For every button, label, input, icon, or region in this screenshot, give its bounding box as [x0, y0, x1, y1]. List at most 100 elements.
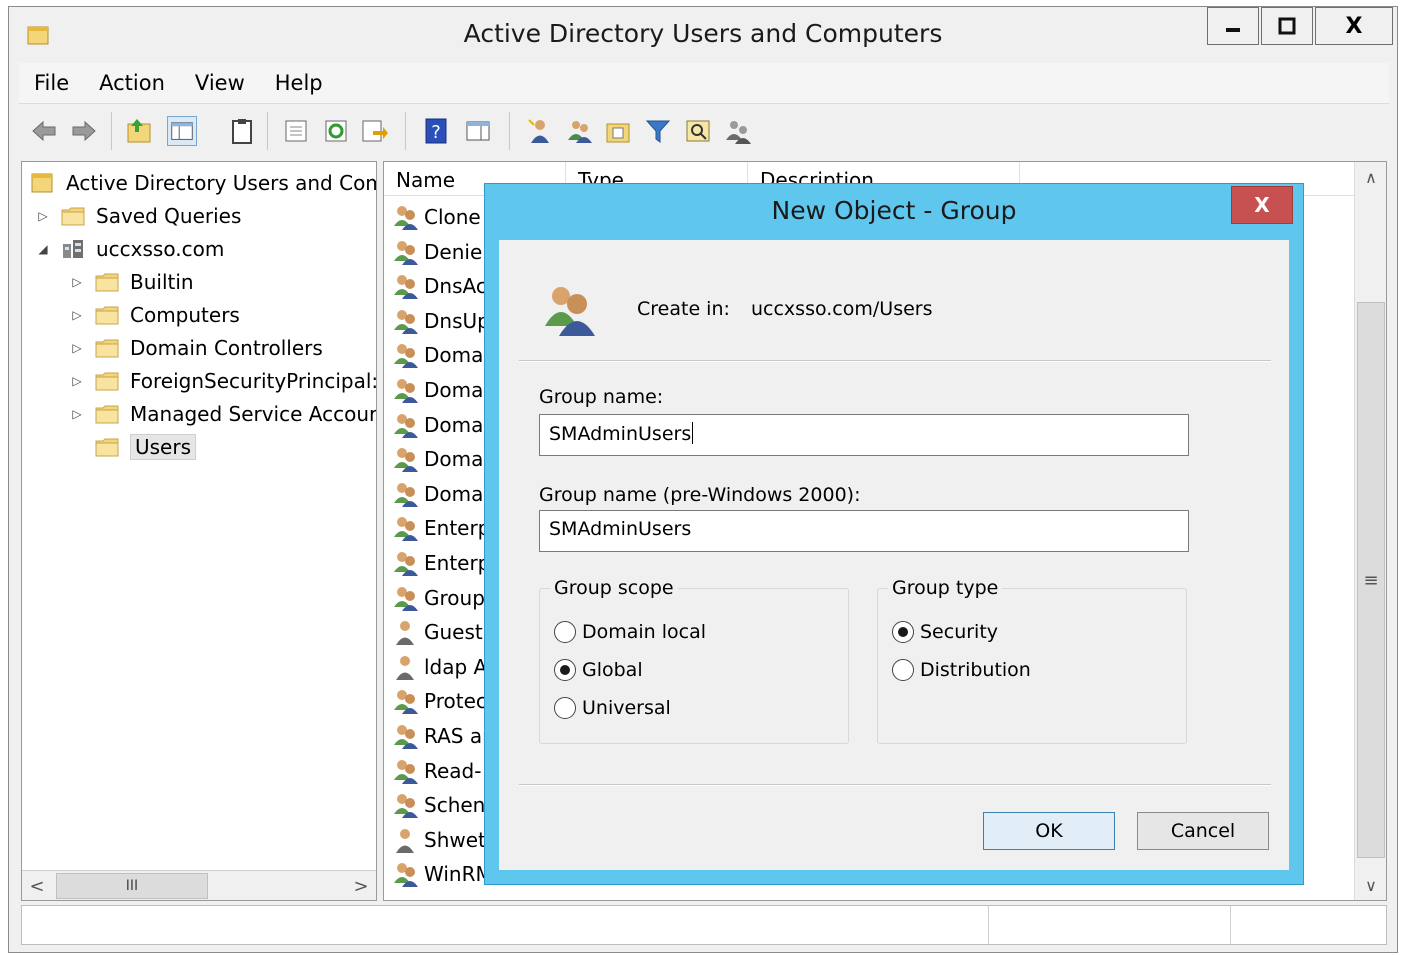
menu-file[interactable]: File: [19, 71, 84, 95]
minimize-button[interactable]: [1207, 7, 1259, 45]
menu-help[interactable]: Help: [260, 71, 338, 95]
properties-icon[interactable]: [281, 116, 311, 146]
list-item[interactable]: Shwet: [392, 823, 486, 857]
menu-view[interactable]: View: [180, 71, 260, 95]
up-folder-icon[interactable]: [125, 116, 155, 146]
tree-expander-icon[interactable]: ▷: [70, 407, 84, 421]
ok-button[interactable]: OK: [983, 812, 1115, 850]
group-icon: [394, 725, 418, 749]
export-list-icon[interactable]: [359, 116, 389, 146]
status-bar: [21, 905, 1387, 945]
list-item[interactable]: Guest: [392, 615, 483, 649]
list-item-name: Clone: [424, 205, 481, 229]
list-item[interactable]: Enterp: [392, 511, 490, 545]
close-button[interactable]: X: [1315, 7, 1393, 45]
list-item[interactable]: Doma: [392, 442, 483, 476]
list-item[interactable]: ldap A: [392, 650, 487, 684]
list-item[interactable]: Schen: [392, 788, 485, 822]
tree-expander-icon[interactable]: ▷: [70, 275, 84, 289]
scroll-left-button[interactable]: <: [22, 871, 52, 900]
scroll-down-button[interactable]: ∨: [1355, 870, 1386, 900]
tree-root[interactable]: Active Directory Users and Com: [30, 168, 376, 198]
tree-expander-icon[interactable]: ▷: [70, 341, 84, 355]
scroll-thumb[interactable]: III: [56, 873, 208, 899]
list-item[interactable]: Denie: [392, 235, 482, 269]
group-icon: [394, 586, 418, 611]
user-icon: [396, 828, 414, 853]
new-ou-icon[interactable]: [603, 116, 633, 146]
list-item[interactable]: Doma: [392, 373, 483, 407]
group-type-option[interactable]: Security: [892, 619, 998, 645]
tree-item[interactable]: ▷ Managed Service Accour: [70, 399, 376, 429]
new-user-icon[interactable]: [525, 116, 555, 146]
tree-horizontal-scrollbar[interactable]: < III >: [22, 870, 376, 900]
add-to-group-icon[interactable]: [723, 116, 753, 146]
help-icon[interactable]: ?: [421, 116, 451, 146]
forward-arrow-icon[interactable]: [69, 116, 99, 146]
tree-item[interactable]: ▷ Computers: [70, 300, 239, 330]
title-bar[interactable]: Active Directory Users and Computers X: [9, 7, 1397, 61]
find-icon[interactable]: [683, 116, 713, 146]
toolbar-separator: [111, 112, 112, 150]
list-item[interactable]: DnsUp: [392, 304, 490, 338]
svg-text:?: ?: [431, 122, 441, 143]
clipboard-icon[interactable]: [227, 116, 257, 146]
group-scope-option[interactable]: Domain local: [554, 619, 706, 645]
cancel-button[interactable]: Cancel: [1137, 812, 1269, 850]
tree-item[interactable]: Users: [70, 432, 197, 462]
group-name-pre2000-input[interactable]: SMAdminUsers: [539, 510, 1189, 552]
tree-item[interactable]: ▷ Saved Queries: [36, 201, 241, 231]
list-item-name: Guest: [424, 620, 483, 645]
group-scope-option[interactable]: Universal: [554, 695, 671, 721]
back-arrow-icon[interactable]: [29, 116, 59, 146]
refresh-icon[interactable]: [321, 116, 351, 146]
tree-item[interactable]: ▷ ForeignSecurityPrincipal:: [70, 366, 376, 396]
tree-expander-icon[interactable]: ▷: [70, 308, 84, 322]
list-item[interactable]: Doma: [392, 408, 483, 442]
radio-button[interactable]: [554, 697, 576, 719]
radio-button[interactable]: [554, 659, 576, 681]
radio-button[interactable]: [554, 621, 576, 643]
user-icon: [396, 621, 414, 646]
scroll-up-button[interactable]: ∧: [1355, 162, 1386, 192]
group-name-pre2000-value: SMAdminUsers: [549, 518, 692, 540]
new-group-icon[interactable]: [565, 116, 595, 146]
filter-icon[interactable]: [643, 116, 673, 146]
radio-button[interactable]: [892, 621, 914, 643]
show-console-tree-icon[interactable]: [167, 116, 197, 146]
list-item[interactable]: Doma: [392, 477, 483, 511]
list-item[interactable]: Group: [392, 581, 485, 615]
tree-expander-icon[interactable]: ▷: [36, 209, 50, 223]
group-type-option[interactable]: Distribution: [892, 657, 1031, 683]
group-name-input[interactable]: SMAdminUsers: [539, 414, 1189, 456]
maximize-button[interactable]: [1261, 7, 1313, 45]
scroll-thumb[interactable]: ≡: [1357, 302, 1385, 858]
list-vertical-scrollbar[interactable]: ∧ ≡ ∨: [1354, 162, 1386, 900]
tree-item[interactable]: ▷ Domain Controllers: [70, 333, 322, 363]
list-item[interactable]: Clone: [392, 200, 481, 234]
list-item[interactable]: WinRM: [392, 857, 493, 891]
list-item[interactable]: Doma: [392, 338, 483, 372]
list-item[interactable]: Protec: [392, 684, 487, 718]
console-tree[interactable]: Active Directory Users and Com ▷ Saved Qu…: [21, 161, 377, 901]
scroll-right-button[interactable]: >: [346, 871, 376, 900]
group-icon: [394, 275, 418, 300]
dialog-close-button[interactable]: X: [1231, 186, 1293, 224]
list-item-name: DnsAc: [424, 274, 487, 299]
radio-button[interactable]: [892, 659, 914, 681]
tree-expander-icon[interactable]: ◢: [36, 242, 50, 256]
list-item[interactable]: Enterp: [392, 546, 490, 580]
status-divider: [1230, 906, 1231, 944]
list-item[interactable]: RAS ar: [392, 719, 490, 753]
list-item-name: Enterp: [424, 551, 491, 575]
list-item[interactable]: DnsAc: [392, 269, 487, 303]
group-scope-option[interactable]: Global: [554, 657, 643, 683]
group-name-pre2000-label: Group name (pre-Windows 2000):: [539, 484, 861, 506]
menu-action[interactable]: Action: [84, 71, 180, 95]
tree-item[interactable]: ◢ uccxsso.com: [36, 234, 224, 264]
list-item[interactable]: Read-: [392, 754, 481, 788]
tree-expander-icon[interactable]: ▷: [70, 374, 84, 388]
show-action-pane-icon[interactable]: [463, 116, 493, 146]
console-root-icon: [31, 173, 53, 193]
tree-item[interactable]: ▷ Builtin: [70, 267, 193, 297]
